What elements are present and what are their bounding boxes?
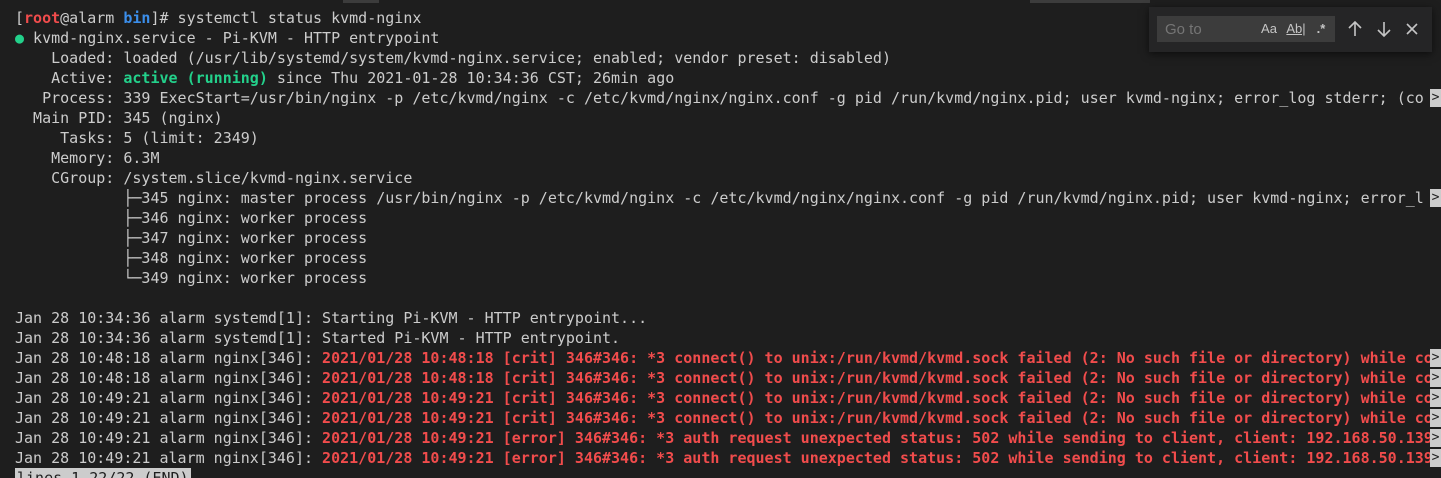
mainpid-line: Main PID: 345 (nginx) (15, 109, 223, 127)
log-entry: Jan 28 10:49:21 alarm nginx[346]: 2021/0… (15, 428, 1433, 448)
cgroup-child: ├─345 nginx: master process /usr/bin/ngi… (15, 189, 1424, 207)
previous-match-button[interactable] (1345, 19, 1365, 39)
truncation-marker: > (1430, 369, 1441, 387)
log-entry: Jan 28 10:48:18 alarm nginx[346]: 2021/0… (15, 368, 1433, 388)
active-label: Active: (15, 69, 124, 87)
log-message-error: 2021/01/28 10:49:21 [crit] 346#346: *3 c… (322, 389, 1433, 407)
truncation-marker: > (1430, 349, 1441, 367)
log-message-error: 2021/01/28 10:49:21 [error] 346#346: *3 … (322, 449, 1433, 467)
close-icon (1406, 23, 1418, 35)
prompt-open-bracket: [ (15, 9, 25, 27)
prompt-host: @alarm (60, 9, 115, 27)
cgroup-child: └─349 nginx: worker process (15, 269, 368, 287)
cgroup-line: CGroup: /system.slice/kvmd-nginx.service (15, 169, 413, 187)
log-entry: Jan 28 10:49:21 alarm nginx[346]: 2021/0… (15, 408, 1433, 428)
prompt-user: root (24, 9, 61, 27)
log-message: Started Pi-KVM - HTTP entrypoint. (322, 329, 621, 347)
truncation-marker: > (1430, 429, 1441, 447)
prompt-command: ]# systemctl status kvmd-nginx (150, 9, 422, 27)
tasks-line: Tasks: 5 (limit: 2349) (15, 129, 259, 147)
find-input-box[interactable]: Aa Ab| .* (1157, 16, 1335, 42)
unit-description: kvmd-nginx.service - Pi-KVM - HTTP entry… (24, 29, 440, 47)
status-dot-icon: ● (15, 29, 25, 47)
truncation-marker: > (1430, 89, 1441, 107)
terminal-window[interactable]: [root@alarm bin]# systemctl status kvmd-… (0, 0, 1441, 478)
truncation-marker: > (1430, 189, 1441, 207)
find-widget: Aa Ab| .* (1149, 7, 1432, 52)
log-message-error: 2021/01/28 10:48:18 [crit] 346#346: *3 c… (322, 349, 1433, 367)
truncation-marker: > (1430, 389, 1441, 407)
log-message-error: 2021/01/28 10:48:18 [crit] 346#346: *3 c… (322, 369, 1433, 387)
process-line: Process: 339 ExecStart=/usr/bin/nginx -p… (15, 89, 1424, 107)
prompt-line: [root@alarm bin]# systemctl status kvmd-… (15, 8, 421, 28)
use-regex-button[interactable]: .* (1310, 19, 1332, 39)
log-prefix: Jan 28 10:48:18 alarm nginx[346]: (15, 349, 323, 367)
log-prefix: Jan 28 10:49:21 alarm nginx[346]: (15, 429, 323, 447)
active-status: active (running) (123, 69, 268, 87)
next-match-button[interactable] (1374, 19, 1394, 39)
log-entry: Jan 28 10:34:36 alarm systemd[1]: Starte… (15, 328, 620, 348)
loaded-line: Loaded: loaded (/usr/lib/systemd/system/… (15, 49, 891, 67)
unit-header-line: ● kvmd-nginx.service - Pi-KVM - HTTP ent… (15, 28, 439, 48)
active-line: Active: active (running) since Thu 2021-… (15, 68, 674, 88)
top-scroll-decoration (343, 0, 379, 3)
log-prefix: Jan 28 10:49:21 alarm nginx[346]: (15, 449, 323, 467)
log-prefix: Jan 28 10:34:36 alarm systemd[1]: (15, 329, 323, 347)
memory-line: Memory: 6.3M (15, 149, 160, 167)
log-prefix: Jan 28 10:48:18 alarm nginx[346]: (15, 369, 323, 387)
match-whole-word-button[interactable]: Ab| (1283, 19, 1309, 39)
cgroup-child: ├─348 nginx: worker process (15, 249, 368, 267)
log-message: Starting Pi-KVM - HTTP entrypoint... (322, 309, 648, 327)
arrow-up-icon (1348, 20, 1362, 36)
log-entry: Jan 28 10:34:36 alarm systemd[1]: Starti… (15, 308, 647, 328)
match-case-button[interactable]: Aa (1257, 19, 1281, 39)
log-prefix: Jan 28 10:34:36 alarm systemd[1]: (15, 309, 323, 327)
log-entry: Jan 28 10:49:21 alarm nginx[346]: 2021/0… (15, 388, 1433, 408)
find-input[interactable] (1165, 16, 1255, 42)
log-message-error: 2021/01/28 10:49:21 [error] 346#346: *3 … (322, 429, 1433, 447)
log-message-error: 2021/01/28 10:49:21 [crit] 346#346: *3 c… (322, 409, 1433, 427)
top-scroll-decoration (1030, 0, 1150, 3)
log-entry: Jan 28 10:48:18 alarm nginx[346]: 2021/0… (15, 348, 1433, 368)
cgroup-child: ├─346 nginx: worker process (15, 209, 368, 227)
active-since: since Thu 2021-01-28 10:34:36 CST; 26min… (267, 69, 675, 87)
arrow-down-icon (1377, 22, 1391, 38)
close-find-button[interactable] (1402, 19, 1422, 39)
log-prefix: Jan 28 10:49:21 alarm nginx[346]: (15, 389, 323, 407)
log-entry: Jan 28 10:49:21 alarm nginx[346]: 2021/0… (15, 448, 1433, 468)
truncation-marker: > (1430, 409, 1441, 427)
log-prefix: Jan 28 10:49:21 alarm nginx[346]: (15, 409, 323, 427)
pager-status: lines 1-22/22 (END) (15, 468, 191, 478)
truncation-marker: > (1430, 449, 1441, 467)
cgroup-child: ├─347 nginx: worker process (15, 229, 368, 247)
prompt-dir: bin (123, 9, 151, 27)
